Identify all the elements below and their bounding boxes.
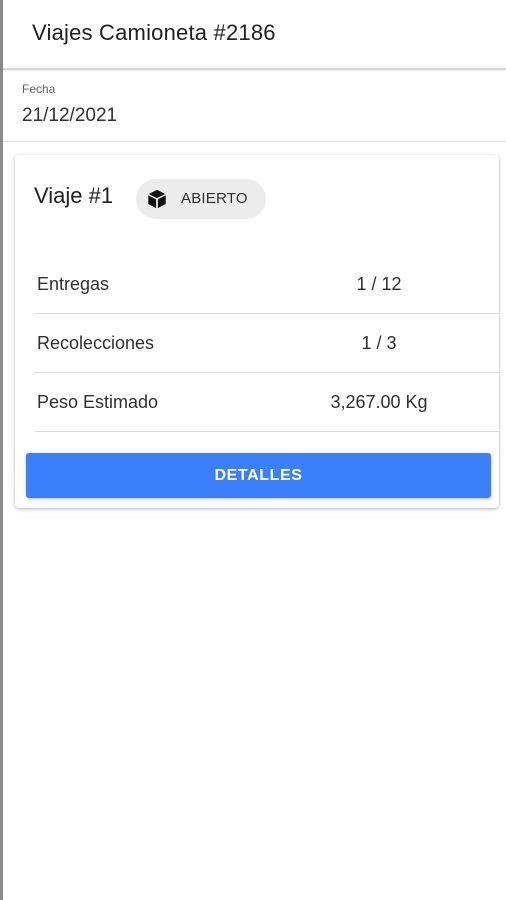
stat-row-weight: Peso Estimado 3,267.00 Kg — [34, 373, 499, 432]
stat-label: Entregas — [37, 274, 110, 294]
details-button[interactable]: DETALLES — [26, 453, 491, 498]
stat-value: 3,267.00 Kg — [330, 392, 428, 412]
date-field[interactable]: Fecha 21/12/2021 — [3, 72, 506, 142]
status-badge: ABIERTO — [136, 179, 266, 219]
page-title: Viajes Camioneta #2186 — [32, 20, 276, 45]
screen: Viajes Camioneta #2186 Fecha 21/12/2021 … — [0, 0, 506, 900]
stat-value: 1 / 12 — [356, 274, 402, 294]
box-icon — [146, 188, 168, 210]
date-field-label: Fecha — [22, 82, 56, 96]
status-badge-label: ABIERTO — [181, 190, 248, 207]
app-bar: Viajes Camioneta #2186 — [3, 0, 506, 70]
stat-row-deliveries: Entregas 1 / 12 — [34, 255, 499, 314]
stat-row-pickups: Recolecciones 1 / 3 — [34, 314, 499, 373]
trip-card: Viaje #1 ABIERTO Entregas 1 / 12 Recolec… — [15, 155, 499, 508]
date-field-value[interactable]: 21/12/2021 — [22, 105, 117, 127]
trip-title: Viaje #1 — [34, 183, 114, 208]
stat-label: Recolecciones — [37, 333, 155, 353]
stat-label: Peso Estimado — [37, 392, 159, 412]
stat-value: 1 / 3 — [361, 333, 397, 353]
